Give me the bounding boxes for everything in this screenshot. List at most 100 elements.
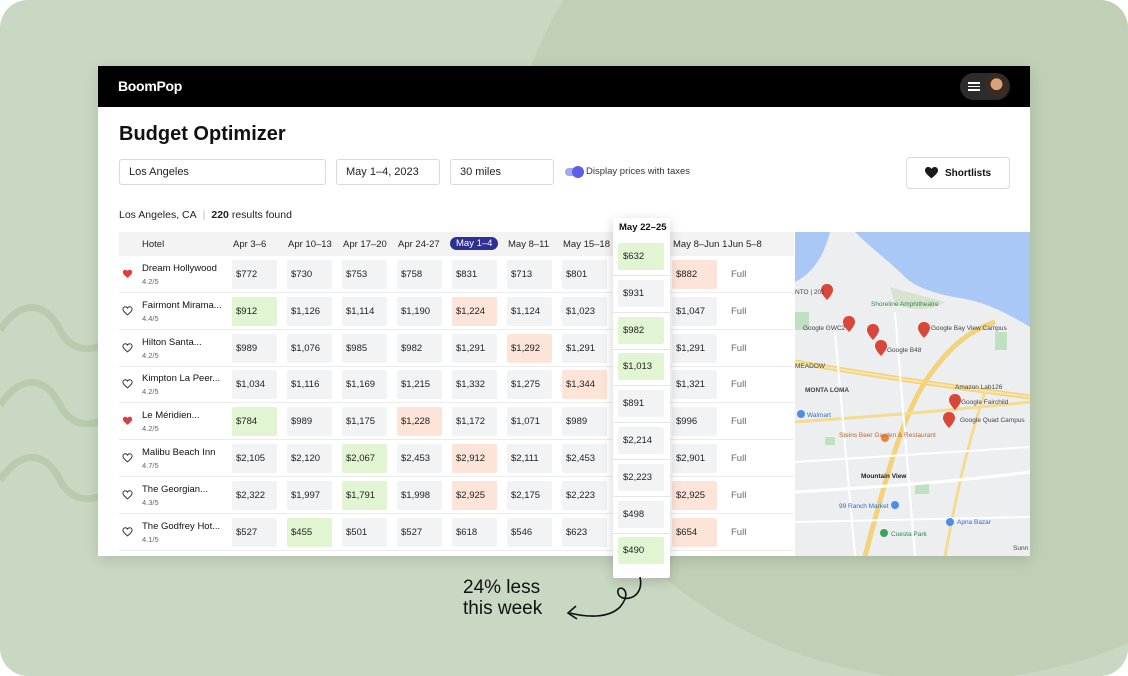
price-cell[interactable]: $1,190 xyxy=(397,296,442,326)
price-cell[interactable]: $1,321 xyxy=(672,370,717,400)
week-column-header[interactable]: May 15–18 xyxy=(563,239,610,250)
highlighted-price-cell[interactable]: $931 xyxy=(618,279,664,307)
shortlists-button[interactable]: Shortlists xyxy=(906,157,1010,189)
week-column-header[interactable]: Jun 5–8 xyxy=(728,239,762,250)
price-cell[interactable]: $455 xyxy=(287,517,332,547)
price-cell[interactable]: $1,228 xyxy=(397,407,442,437)
table-row[interactable]: Malibu Beach Inn 4.7/5 $2,105 $2,120 $2,067 $… xyxy=(119,440,794,477)
price-cell[interactable]: $546 xyxy=(507,517,552,547)
price-cell[interactable]: $1,169 xyxy=(342,370,387,400)
price-cell[interactable]: $1,291 xyxy=(562,333,607,363)
price-cell[interactable]: $2,912 xyxy=(452,444,497,473)
price-cell[interactable]: $1,071 xyxy=(507,407,552,437)
price-cell[interactable]: $1,175 xyxy=(342,407,387,437)
price-cell[interactable]: $527 xyxy=(232,517,277,547)
week-column-header[interactable]: May 8–11 xyxy=(508,239,549,250)
hotel-column-header[interactable]: Hotel xyxy=(142,239,164,250)
price-cell[interactable]: $2,067 xyxy=(342,444,387,473)
price-cell[interactable]: $801 xyxy=(562,260,607,289)
week-column-header[interactable]: May 8–Jun 1 xyxy=(673,239,727,250)
highlighted-price-cell[interactable]: $490 xyxy=(618,537,664,565)
highlighted-price-cell[interactable]: $982 xyxy=(618,316,664,344)
map[interactable]: NTO | 201 Shoreline Amphitheatre Google … xyxy=(795,232,1030,556)
favorite-outline-icon[interactable] xyxy=(122,526,133,537)
price-cell[interactable]: $2,111 xyxy=(507,444,552,473)
week-column-header[interactable]: May 1–4 xyxy=(450,237,499,250)
hotel-name[interactable]: The Georgian... xyxy=(142,484,208,495)
hotel-name[interactable]: Hilton Santa... xyxy=(142,337,202,348)
highlighted-price-cell[interactable]: $2,214 xyxy=(618,427,664,454)
price-cell[interactable]: $912 xyxy=(232,296,277,326)
price-cell[interactable]: $2,105 xyxy=(232,444,277,473)
favorite-outline-icon[interactable] xyxy=(122,453,133,463)
price-cell[interactable]: $985 xyxy=(342,333,387,363)
table-row[interactable]: Le Méridien... 4.2/5 $784 $989 $1,175 $1,228 $… xyxy=(119,403,794,441)
table-row[interactable]: Kimpton La Peer... 4.2/5 $1,034 $1,116 $1,16… xyxy=(119,366,794,404)
highlighted-week-column[interactable]: May 22–25 $632 $931 $982 $1,013 $891 $2,214 $2… xyxy=(613,218,670,578)
price-cell[interactable]: $2,453 xyxy=(397,444,442,473)
price-cell[interactable]: $2,925 xyxy=(452,480,497,510)
price-cell[interactable]: $1,215 xyxy=(397,370,442,400)
price-cell[interactable]: $753 xyxy=(342,260,387,289)
tax-toggle[interactable] xyxy=(565,166,584,178)
price-cell[interactable]: $1,344 xyxy=(562,370,607,400)
highlighted-price-cell[interactable]: $891 xyxy=(618,390,664,418)
price-cell[interactable]: $2,322 xyxy=(232,480,277,510)
price-cell[interactable]: $2,223 xyxy=(562,480,607,510)
price-cell[interactable]: $989 xyxy=(562,407,607,437)
favorite-outline-icon[interactable] xyxy=(122,342,133,353)
week-column-header[interactable]: Apr 3–6 xyxy=(233,239,266,250)
hotel-name[interactable]: The Godfrey Hot... xyxy=(142,521,220,532)
price-cell[interactable]: $989 xyxy=(287,407,332,437)
price-cell[interactable]: $618 xyxy=(452,517,497,547)
price-cell[interactable]: $996 xyxy=(672,407,717,437)
table-row[interactable]: Fairmont Mirama... 4.4/5 $912 $1,126 $1,114 $… xyxy=(119,293,794,330)
distance-select[interactable]: 30 miles xyxy=(450,159,554,185)
favorite-outline-icon[interactable] xyxy=(122,490,133,500)
price-cell[interactable]: $1,047 xyxy=(672,296,717,326)
price-cell[interactable]: $527 xyxy=(397,517,442,547)
week-column-header[interactable]: Apr 10–13 xyxy=(288,239,332,250)
favorite-filled-icon[interactable] xyxy=(122,416,133,426)
price-cell[interactable]: $1,291 xyxy=(672,333,717,363)
price-cell[interactable]: $1,023 xyxy=(562,296,607,326)
price-cell[interactable]: $1,997 xyxy=(287,480,332,510)
price-cell[interactable]: $1,116 xyxy=(287,370,332,400)
price-cell[interactable]: $1,292 xyxy=(507,333,552,363)
price-cell[interactable]: $758 xyxy=(397,260,442,289)
price-cell[interactable]: $982 xyxy=(397,333,442,363)
table-row[interactable]: Hilton Santa... 4.2/5 $989 $1,076 $985 $982 $1… xyxy=(119,330,794,367)
account-menu-button[interactable] xyxy=(960,73,1010,100)
price-cell[interactable]: $1,224 xyxy=(452,296,497,326)
price-cell[interactable]: $1,126 xyxy=(287,296,332,326)
price-cell[interactable]: $784 xyxy=(232,407,277,437)
price-cell[interactable]: $713 xyxy=(507,260,552,289)
price-cell[interactable]: $2,120 xyxy=(287,444,332,473)
hotel-name[interactable]: Malibu Beach Inn xyxy=(142,447,215,458)
price-cell[interactable]: $2,453 xyxy=(562,444,607,473)
price-cell[interactable]: $1,291 xyxy=(452,333,497,363)
week-column-header[interactable]: Apr 17–20 xyxy=(343,239,387,250)
highlighted-price-cell[interactable]: $2,223 xyxy=(618,463,664,491)
hotel-name[interactable]: Dream Hollywood xyxy=(142,263,217,274)
favorite-outline-icon[interactable] xyxy=(122,379,133,389)
price-cell[interactable]: $1,076 xyxy=(287,333,332,363)
price-cell[interactable]: $730 xyxy=(287,260,332,289)
favorite-outline-icon[interactable] xyxy=(122,306,133,316)
highlighted-price-cell[interactable]: $1,013 xyxy=(618,353,664,381)
price-cell[interactable]: $882 xyxy=(672,260,717,289)
hotel-name[interactable]: Kimpton La Peer... xyxy=(142,373,220,384)
price-cell[interactable]: $1,114 xyxy=(342,296,387,326)
price-cell[interactable]: $623 xyxy=(562,517,607,547)
favorite-filled-icon[interactable] xyxy=(122,269,133,279)
price-cell[interactable]: $772 xyxy=(232,260,277,289)
price-cell[interactable]: $1,034 xyxy=(232,370,277,400)
price-cell[interactable]: $1,332 xyxy=(452,370,497,400)
hotel-name[interactable]: Fairmont Mirama... xyxy=(142,300,222,311)
price-cell[interactable]: $1,998 xyxy=(397,480,442,510)
price-cell[interactable]: $1,275 xyxy=(507,370,552,400)
table-row[interactable]: Dream Hollywood 4.2/5 $772 $730 $753 $758 $831… xyxy=(119,256,794,293)
highlighted-price-cell[interactable]: $498 xyxy=(618,500,664,528)
price-cell[interactable]: $2,901 xyxy=(672,444,717,473)
price-cell[interactable]: $654 xyxy=(672,517,717,547)
